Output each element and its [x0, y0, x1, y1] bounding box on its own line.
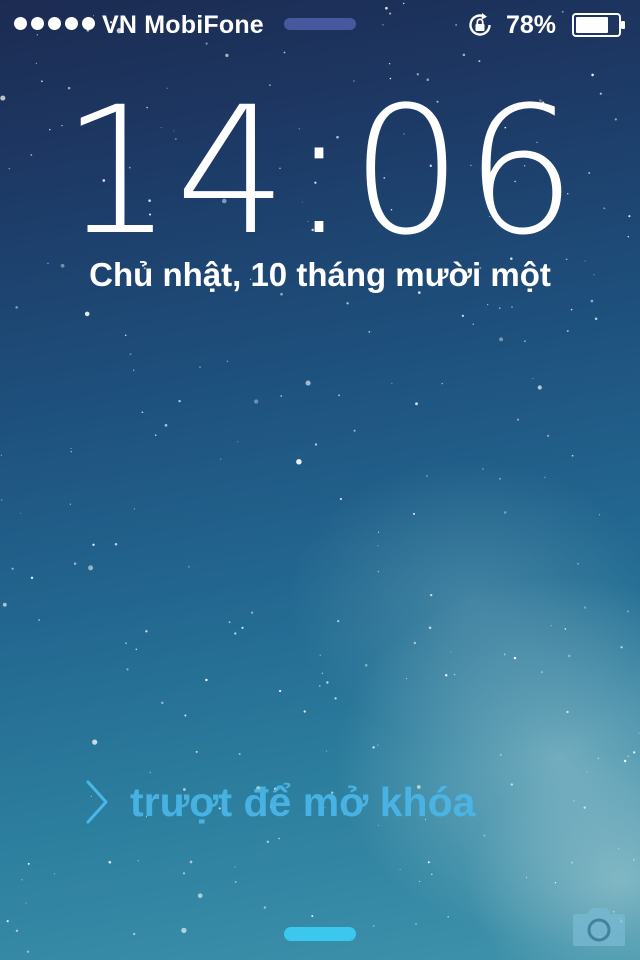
signal-dots-icon: [14, 17, 95, 30]
battery-percentage: 78%: [506, 11, 557, 39]
status-bar: VN MobiFone 78%: [0, 0, 640, 48]
slide-to-unlock[interactable]: trượt để mở khóa: [84, 776, 475, 828]
lock-screen-clock: 14:06: [61, 69, 579, 274]
lock-screen-date: Chủ nhật, 10 tháng mười một: [89, 256, 551, 293]
camera-icon[interactable]: [571, 904, 627, 948]
lock-screen: VN MobiFone 78% 14:06 Chủ nhật, 10 tháng…: [0, 0, 640, 960]
slide-to-unlock-label: trượt để mở khóa: [130, 778, 476, 825]
battery-icon: [572, 13, 625, 37]
chevron-right-icon: [86, 780, 108, 824]
notification-center-handle[interactable]: [284, 18, 356, 30]
control-center-handle[interactable]: [284, 927, 356, 941]
rotation-lock-icon: [469, 13, 491, 36]
carrier-name: VN MobiFone: [102, 11, 264, 39]
